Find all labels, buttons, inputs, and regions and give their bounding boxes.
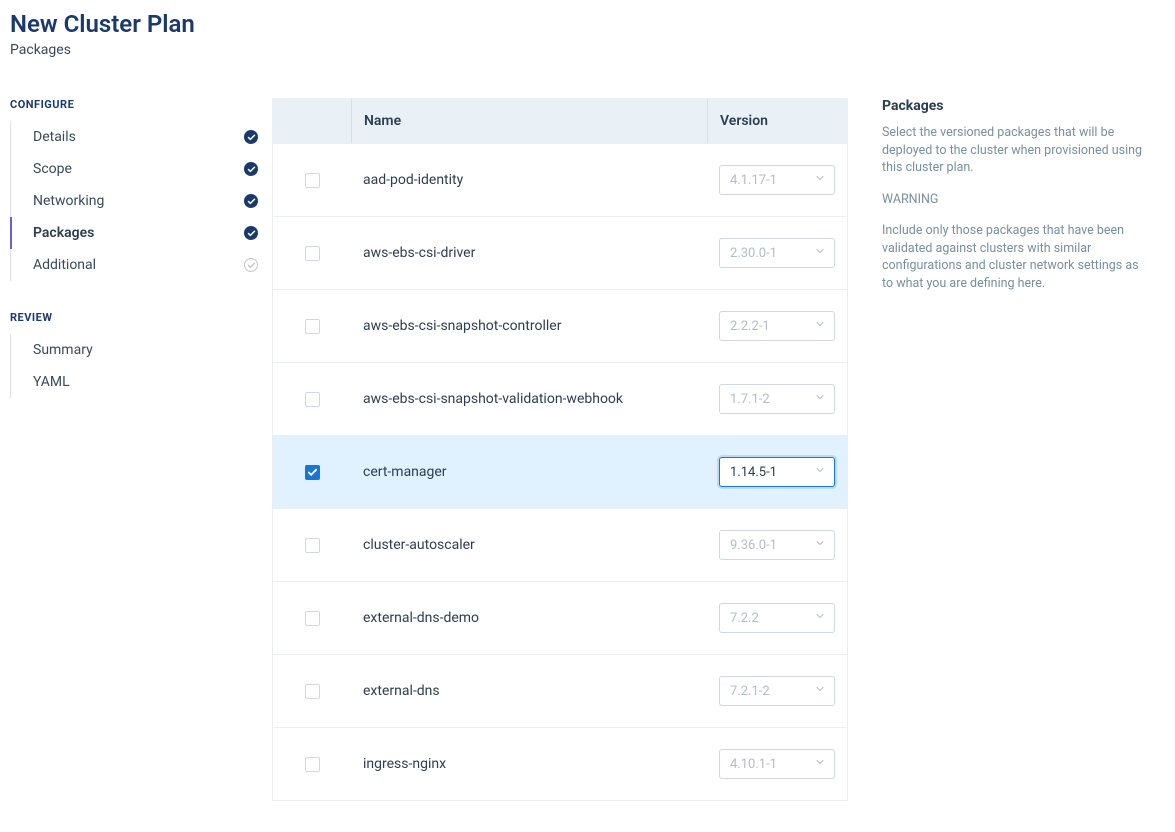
check-circle-icon — [244, 162, 258, 176]
row-checkbox[interactable] — [305, 392, 320, 407]
page-subtitle: Packages — [10, 42, 1165, 58]
table-row: external-dns 7.2.1-2 — [273, 654, 847, 727]
table-row: cert-manager 1.14.5-1 — [273, 435, 847, 508]
row-checkbox[interactable] — [305, 538, 320, 553]
check-circle-icon — [244, 194, 258, 208]
sidebar-item-label: Additional — [33, 257, 96, 273]
version-text: 1.7.1-2 — [730, 392, 770, 407]
sidebar-item-label: Networking — [33, 193, 104, 209]
help-warning-label: WARNING — [882, 191, 1148, 209]
package-name: aws-ebs-csi-driver — [351, 217, 707, 289]
version-select[interactable]: 7.2.2 — [719, 603, 835, 633]
pending-circle-icon — [244, 258, 258, 272]
sidebar: CONFIGURE Details Scope Networking Packages… — [10, 98, 272, 801]
table-row: external-dns-demo 7.2.2 — [273, 581, 847, 654]
version-select[interactable]: 4.10.1-1 — [719, 749, 835, 779]
sidebar-item-label: Packages — [33, 225, 94, 241]
help-warning-text: Include only those packages that have be… — [882, 222, 1148, 292]
version-select[interactable]: 7.2.1-2 — [719, 676, 835, 706]
help-description: Select the versioned packages that will … — [882, 124, 1148, 177]
row-checkbox[interactable] — [305, 246, 320, 261]
row-checkbox[interactable] — [305, 319, 320, 334]
table-row: aws-ebs-csi-snapshot-validation-webhook 1… — [273, 362, 847, 435]
sidebar-item-label: Details — [33, 129, 76, 145]
column-header-name[interactable]: Name — [351, 99, 707, 143]
version-text: 7.2.1-2 — [730, 684, 770, 699]
table-header: Name Version — [273, 99, 847, 143]
package-name: aws-ebs-csi-snapshot-validation-webhook — [351, 363, 707, 435]
row-checkbox[interactable] — [305, 757, 320, 772]
sidebar-item-networking[interactable]: Networking — [11, 185, 272, 217]
row-checkbox[interactable] — [305, 465, 320, 480]
row-checkbox[interactable] — [305, 684, 320, 699]
version-select[interactable]: 1.14.5-1 — [719, 457, 835, 487]
version-select[interactable]: 2.2.2-1 — [719, 311, 835, 341]
version-text: 2.2.2-1 — [730, 319, 770, 334]
package-name: external-dns-demo — [351, 582, 707, 654]
section-label-review: REVIEW — [10, 311, 272, 324]
sidebar-item-packages[interactable]: Packages — [11, 217, 272, 249]
table-row: cluster-autoscaler 9.36.0-1 — [273, 508, 847, 581]
version-select[interactable]: 1.7.1-2 — [719, 384, 835, 414]
sidebar-item-summary[interactable]: Summary — [11, 334, 272, 366]
version-select[interactable]: 2.30.0-1 — [719, 238, 835, 268]
package-name: external-dns — [351, 655, 707, 727]
help-title: Packages — [882, 98, 1148, 114]
column-header-version[interactable]: Version — [707, 99, 847, 143]
chevron-down-icon — [814, 318, 826, 334]
chevron-down-icon — [814, 391, 826, 407]
version-text: 1.14.5-1 — [730, 465, 777, 480]
row-checkbox[interactable] — [305, 173, 320, 188]
section-label-configure: CONFIGURE — [10, 98, 272, 111]
chevron-down-icon — [814, 245, 826, 261]
table-row: aad-pod-identity 4.1.17-1 — [273, 143, 847, 216]
table-row: aws-ebs-csi-driver 2.30.0-1 — [273, 216, 847, 289]
version-select[interactable]: 9.36.0-1 — [719, 530, 835, 560]
chevron-down-icon — [814, 610, 826, 626]
package-name: cert-manager — [351, 436, 707, 508]
chevron-down-icon — [814, 172, 826, 188]
chevron-down-icon — [814, 683, 826, 699]
chevron-down-icon — [814, 464, 826, 480]
version-text: 4.10.1-1 — [730, 757, 777, 772]
table-row: ingress-nginx 4.10.1-1 — [273, 727, 847, 800]
check-circle-icon — [244, 226, 258, 240]
sidebar-item-details[interactable]: Details — [11, 121, 272, 153]
sidebar-item-label: YAML — [33, 374, 70, 390]
chevron-down-icon — [814, 537, 826, 553]
package-name: aad-pod-identity — [351, 144, 707, 216]
sidebar-item-label: Summary — [33, 342, 93, 358]
sidebar-item-label: Scope — [33, 161, 72, 177]
packages-table: Name Version aad-pod-identity 4.1.17-1 aws… — [272, 98, 848, 801]
version-select[interactable]: 4.1.17-1 — [719, 165, 835, 195]
version-text: 4.1.17-1 — [730, 173, 777, 188]
version-text: 9.36.0-1 — [730, 538, 777, 553]
table-row: aws-ebs-csi-snapshot-controller 2.2.2-1 — [273, 289, 847, 362]
sidebar-item-yaml[interactable]: YAML — [11, 366, 272, 398]
row-checkbox[interactable] — [305, 611, 320, 626]
sidebar-item-scope[interactable]: Scope — [11, 153, 272, 185]
version-text: 2.30.0-1 — [730, 246, 777, 261]
version-text: 7.2.2 — [730, 611, 759, 626]
page-title: New Cluster Plan — [10, 10, 1165, 38]
sidebar-item-additional[interactable]: Additional — [11, 249, 272, 281]
package-name: cluster-autoscaler — [351, 509, 707, 581]
check-circle-icon — [244, 130, 258, 144]
help-panel: Packages Select the versioned packages t… — [848, 98, 1148, 801]
package-name: ingress-nginx — [351, 728, 707, 800]
package-name: aws-ebs-csi-snapshot-controller — [351, 290, 707, 362]
chevron-down-icon — [814, 756, 826, 772]
